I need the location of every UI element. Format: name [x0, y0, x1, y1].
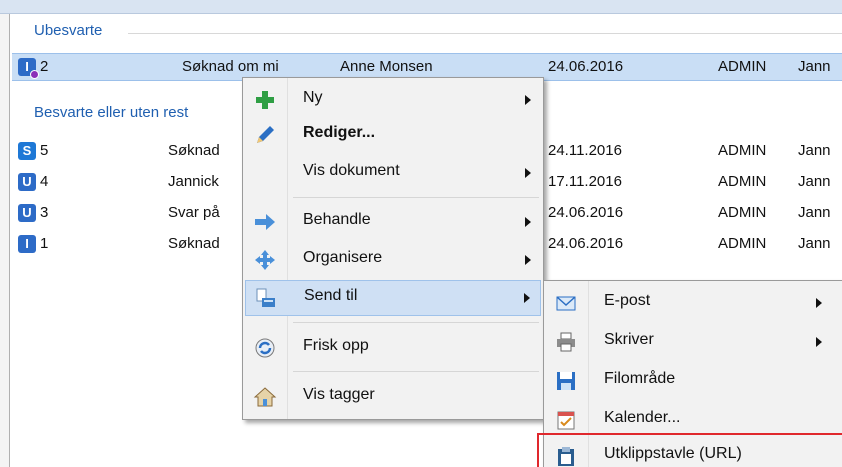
menu-item-label: Ny — [303, 89, 323, 106]
row-owner: Jann — [798, 204, 831, 221]
row-user: ADMIN — [718, 235, 767, 252]
row-owner: Jann — [798, 235, 831, 252]
menu-item-label: Filområde — [604, 370, 676, 387]
menu-item-file-area[interactable]: Filområde — [546, 364, 840, 398]
row-title: Søknad — [168, 235, 220, 252]
row-owner: Jann — [798, 142, 831, 159]
tag-home-icon — [253, 387, 277, 407]
row-owner: Jann — [798, 58, 831, 75]
row-user: ADMIN — [718, 142, 767, 159]
row-title: Søknad om mi — [182, 58, 279, 75]
menu-item-view-document[interactable]: Vis dokument — [245, 156, 541, 190]
menu-item-calendar[interactable]: Kalender... — [546, 403, 840, 437]
menu-item-email[interactable]: E-post — [546, 286, 840, 320]
row-number: 2 — [40, 58, 49, 75]
submenu-arrow-icon — [816, 337, 822, 347]
menu-item-label: Skriver — [604, 331, 654, 348]
i-doc-icon: I — [18, 235, 36, 253]
menu-item-view-tags[interactable]: Vis tagger — [245, 380, 541, 414]
row-title: Søknad — [168, 142, 220, 159]
row-date: 24.11.2016 — [548, 142, 622, 159]
inbound-doc-icon: I — [18, 58, 39, 79]
submenu-arrow-icon — [525, 168, 531, 178]
menu-item-printer[interactable]: Skriver — [546, 325, 840, 359]
menu-item-label: Frisk opp — [303, 337, 369, 354]
envelope-icon — [556, 296, 576, 311]
menu-item-label: Vis tagger — [303, 386, 375, 403]
row-person: Anne Monsen — [340, 58, 433, 75]
menu-item-label: Send til — [304, 287, 358, 304]
row-owner: Jann — [798, 173, 831, 190]
lock-badge-icon — [30, 70, 39, 79]
submenu-arrow-icon — [525, 95, 531, 105]
row-number: 4 — [40, 173, 49, 190]
row-title: Jannick — [168, 173, 219, 190]
menu-item-label: Organisere — [303, 249, 383, 266]
screen: Ubesvarte I 2 Søknad om mi Anne Monsen 2… — [0, 0, 842, 467]
group-header-answered[interactable]: Besvarte eller uten rest — [34, 104, 188, 121]
row-date: 24.06.2016 — [548, 204, 624, 221]
send-to-icon — [256, 288, 275, 307]
menu-item-organize[interactable]: Organisere — [245, 243, 541, 277]
row-user: ADMIN — [718, 173, 767, 190]
column-header-bar — [0, 0, 842, 14]
u-doc-icon: U — [18, 173, 36, 191]
left-pane-edge — [0, 14, 10, 467]
menu-item-label: Rediger... — [303, 124, 376, 141]
submenu-arrow-icon — [816, 298, 822, 308]
arrow-right-icon — [255, 214, 275, 230]
menu-separator — [293, 197, 539, 198]
menu-item-label: E-post — [604, 292, 651, 309]
context-menu: Ny Rediger... Vis dokument Behandle Orga… — [242, 77, 544, 420]
menu-item-new[interactable]: Ny — [245, 83, 541, 117]
menu-item-label: Behandle — [303, 211, 371, 228]
row-date: 24.06.2016 — [548, 58, 624, 75]
s-doc-icon: S — [18, 142, 36, 160]
submenu-arrow-icon — [525, 217, 531, 227]
printer-icon — [557, 332, 575, 352]
menu-item-send-to[interactable]: Send til — [245, 280, 541, 316]
row-number: 5 — [40, 142, 49, 159]
menu-separator — [293, 371, 539, 372]
row-user: ADMIN — [718, 204, 767, 221]
menu-item-label: Vis dokument — [303, 162, 400, 179]
calendar-icon — [557, 411, 575, 430]
row-number: 3 — [40, 204, 49, 221]
move-icon — [255, 250, 275, 270]
row-number: 1 — [40, 235, 49, 252]
floppy-icon — [557, 372, 575, 390]
group-divider — [128, 33, 842, 34]
u-doc-icon: U — [18, 204, 36, 222]
menu-item-refresh[interactable]: Frisk opp — [245, 331, 541, 365]
submenu-arrow-icon — [524, 293, 530, 303]
menu-item-label: Kalender... — [604, 409, 681, 426]
plus-icon — [256, 91, 274, 109]
pencil-icon — [257, 126, 274, 143]
menu-separator — [293, 322, 539, 323]
menu-item-edit[interactable]: Rediger... — [245, 118, 541, 152]
menu-item-process[interactable]: Behandle — [245, 205, 541, 239]
submenu-arrow-icon — [525, 255, 531, 265]
refresh-icon — [255, 338, 275, 358]
row-date: 24.06.2016 — [548, 235, 624, 252]
group-header-unanswered[interactable]: Ubesvarte — [34, 22, 102, 39]
row-date: 17.11.2016 — [548, 173, 622, 190]
highlight-box — [537, 433, 842, 467]
row-title: Svar på — [168, 204, 220, 221]
row-user: ADMIN — [718, 58, 767, 75]
